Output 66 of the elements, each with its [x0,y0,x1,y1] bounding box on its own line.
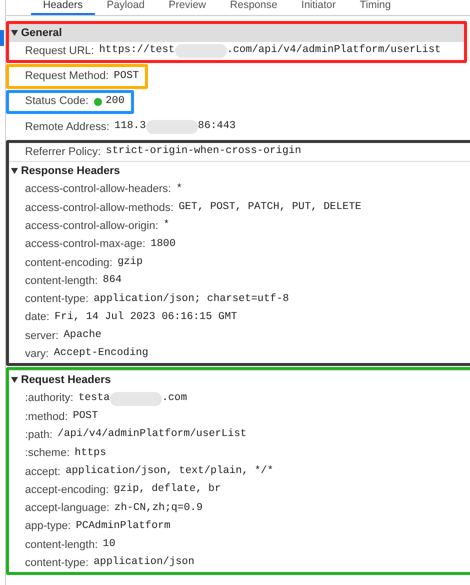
header-name: Remote Address: [25,120,110,135]
header-value: 118.3 [114,119,146,134]
triangle-icon [11,30,18,36]
header-value: 864 [102,273,122,288]
header-name: app-type: [25,519,71,534]
header-value: GET, POST, PATCH, PUT, DELETE [178,200,362,216]
header-value: 200 [106,94,124,109]
header-value: application/json, text/plain, */* [65,464,274,479]
header-name: accept: [25,464,60,480]
header-value: gzip [117,254,143,270]
header-value: gzip, deflate, br [114,482,221,498]
header-name: content-encoding: [25,256,112,271]
header-value: Apache [64,328,102,344]
header-value: POST [72,409,98,424]
header-value: 1800 [150,236,176,252]
header-value: zh-CN,zh;q=0.9 [114,500,203,516]
tab[interactable]: Preview [156,0,218,15]
header-value: Fri, 14 Jul 2023 06:16:15 GMT [54,310,238,325]
header-name: content-type: [25,292,89,308]
header-name: content-type: [25,556,89,572]
header-name: access-control-max-age: [25,237,146,252]
selection-bar [0,30,4,46]
header-name: Referrer Policy: [25,145,101,160]
header-name: accept-language: [25,501,110,516]
header-name: :scheme: [25,446,70,462]
header-name: content-length: [25,538,98,553]
header-value: * [176,182,182,197]
header-name: access-control-allow-headers: [25,182,172,198]
header-value: testa [78,390,110,406]
header-value: POST [114,68,139,84]
tab[interactable]: Response [218,0,290,15]
section-header[interactable]: General [9,24,464,42]
triangle-icon [11,168,18,174]
header-name: :path: [25,428,53,443]
header-name: accept-encoding: [25,482,109,498]
header-name: access-control-allow-methods: [25,200,174,216]
section-header[interactable]: Response Headers [9,162,470,180]
header-value: https [74,446,106,461]
header-name: Request Method: [25,69,109,84]
header-value: 10 [102,537,116,552]
header-value: https://test [99,43,175,58]
header-value: 86:443 [198,119,236,134]
header-name: vary: [25,347,49,362]
tab[interactable]: Headers [31,0,95,15]
header-value: .com/api/v4/adminPlatform/userList [226,43,441,58]
section-header[interactable]: Request Headers [9,371,470,390]
header-name: Status Code: [25,94,89,110]
header-value: application/json [94,555,194,570]
header-value: application/json; charset=utf-8 [94,292,289,307]
tab[interactable]: Initiator [289,0,348,15]
header-name: date: [25,310,50,326]
header-name: server: [25,328,59,344]
header-value: * [163,218,170,234]
header-value: strict-origin-when-cross-origin [106,144,302,160]
header-value: PCAdminPlatform [76,518,170,534]
header-value: Accept-Encoding [54,346,148,362]
header-name: Request URL: [25,44,94,59]
triangle-icon [11,377,18,384]
tab[interactable]: Timing [348,0,403,15]
header-value: .com [162,390,188,406]
header-name: access-control-allow-origin: [25,218,158,234]
tab[interactable]: Payload [94,0,157,15]
header-value: /api/v4/adminPlatform/userList [58,427,247,442]
header-name: content-length: [25,274,98,289]
header-name: :authority: [25,391,74,406]
header-name: :method: [25,410,68,425]
